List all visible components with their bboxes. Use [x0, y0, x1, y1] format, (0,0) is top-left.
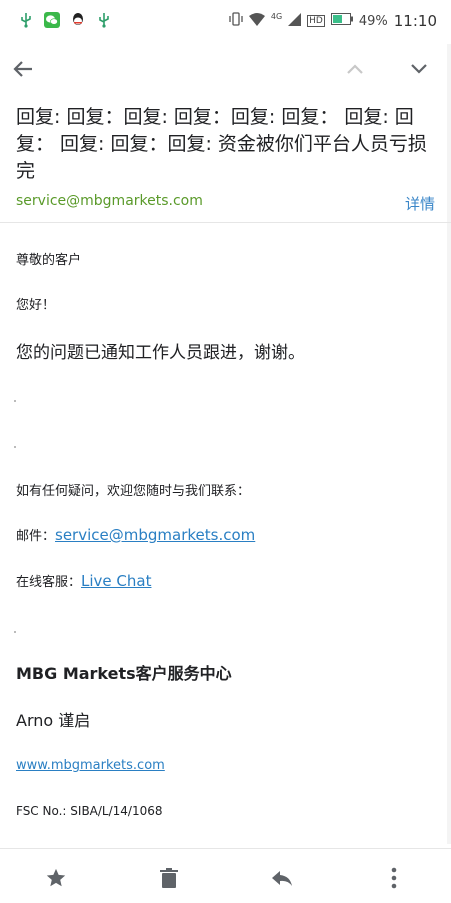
signature-name: Arno 谨启 — [16, 711, 91, 730]
signature-company: MBG Markets客户服务中心 — [16, 664, 232, 683]
system-status: 4G HD 49% 11:10 — [229, 12, 437, 30]
hd-badge: HD — [307, 15, 325, 27]
clock: 11:10 — [393, 12, 437, 30]
network-type: 4G — [270, 11, 283, 21]
hello-line: 您好！ — [16, 298, 56, 313]
back-button[interactable] — [8, 54, 38, 84]
more-options-button[interactable] — [380, 864, 408, 892]
spacer-dot — [14, 631, 16, 633]
reply-button[interactable] — [268, 864, 296, 892]
signal-icon — [288, 12, 302, 30]
message-line: 您的问题已通知工作人员跟进，谢谢。 — [16, 343, 305, 363]
email-label: 邮件： — [16, 529, 56, 544]
fsc-number: FSC No.: SIBA/L/14/1068 — [16, 804, 163, 818]
status-bar: 4G HD 49% 11:10 — [0, 0, 451, 44]
details-link[interactable]: 详情 — [405, 193, 435, 214]
live-chat-link[interactable]: Live Chat — [81, 572, 151, 590]
vibrate-icon — [229, 12, 243, 30]
chevron-down-icon — [411, 64, 427, 74]
battery-level: 49% — [358, 13, 388, 29]
reply-icon — [272, 871, 292, 886]
bottom-action-bar — [0, 850, 451, 903]
chat-contact-row: 在线客服：Live Chat — [16, 571, 151, 590]
header-divider — [0, 222, 451, 223]
chat-label: 在线客服： — [16, 575, 82, 590]
more-vert-icon — [391, 867, 397, 889]
email-contact-row: 邮件：service@mbgmarkets.com — [16, 525, 255, 544]
usb-icon — [96, 12, 112, 28]
star-icon — [46, 868, 66, 887]
wifi-icon — [248, 12, 265, 30]
footer-divider — [0, 848, 451, 849]
spacer-dot — [14, 446, 16, 448]
battery-icon — [330, 13, 353, 29]
website-link[interactable]: www.mbgmarkets.com — [16, 758, 165, 773]
email-subject: 回复: 回复：回复: 回复：回复: 回复： 回复: 回复： 回复: 回复：回复:… — [16, 106, 427, 182]
usb-icon — [18, 12, 34, 28]
chevron-up-icon — [347, 64, 363, 74]
greeting-line: 尊敬的客户 — [16, 253, 82, 268]
spacer-dot — [14, 400, 16, 402]
scroll-edge — [447, 44, 451, 844]
email-contact-link[interactable]: service@mbgmarkets.com — [55, 526, 255, 544]
sender-address[interactable]: service@mbgmarkets.com — [16, 193, 203, 209]
arrow-left-icon — [13, 61, 32, 77]
contact-intro: 如有任何疑问，欢迎您随时与我们联系： — [16, 484, 251, 499]
previous-email-button[interactable] — [340, 54, 370, 84]
trash-icon — [160, 868, 178, 888]
wechat-icon — [44, 12, 60, 28]
next-email-button[interactable] — [404, 54, 434, 84]
delete-button[interactable] — [155, 864, 183, 892]
qq-icon — [70, 12, 86, 28]
notification-icons — [18, 12, 112, 28]
top-toolbar — [0, 44, 451, 94]
star-button[interactable] — [42, 864, 70, 892]
